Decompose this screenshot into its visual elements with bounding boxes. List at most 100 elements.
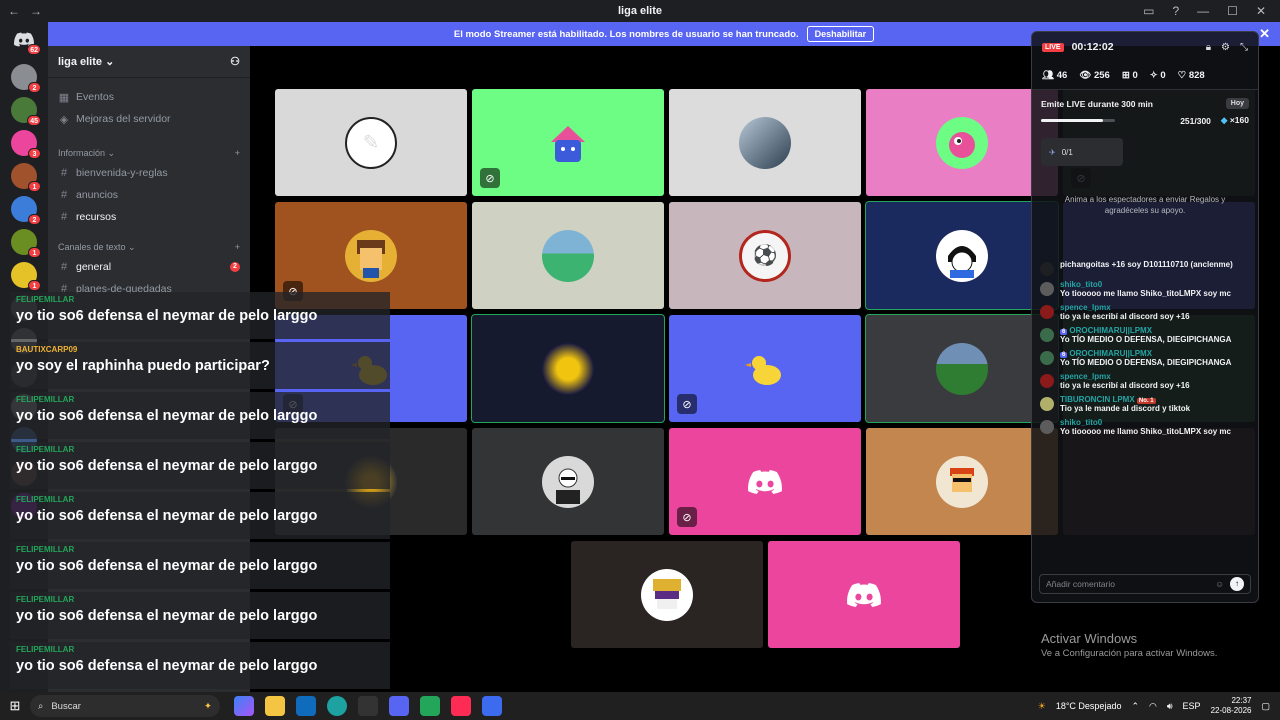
add-channel-icon[interactable]: + xyxy=(235,148,240,158)
avatar xyxy=(641,568,693,621)
sparkle-icon: ✦ xyxy=(204,700,212,712)
participant-tile[interactable] xyxy=(571,541,763,648)
overlay-user: FELIPEMILLAR xyxy=(16,645,75,654)
server-badge: 45 xyxy=(27,115,41,126)
channel-anuncios[interactable]: # anuncios xyxy=(48,184,250,206)
participant-tile[interactable] xyxy=(865,201,1059,310)
channel-recursos[interactable]: # recursos xyxy=(48,206,250,228)
participant-tile[interactable] xyxy=(472,202,664,309)
comment-text: Yo tiooooo me llamo Shiko_titoLMPX soy m… xyxy=(1060,289,1231,298)
live-comments: pichangoitas +16 soy D101110710 (anclenm… xyxy=(1032,260,1260,560)
tiktok-icon[interactable] xyxy=(451,696,471,716)
muted-mic-icon: ⊘ xyxy=(677,394,697,414)
participant-tile[interactable] xyxy=(768,541,960,648)
overlay-message: FELIPEMILLAR yo tio so6 defensa el neymar… xyxy=(10,642,390,689)
store-icon[interactable] xyxy=(358,696,378,716)
minimize-panel-icon[interactable]: ⤡ xyxy=(1240,42,1248,53)
live-header: LIVE 00:12:02 🔒︎ ⚙ ⤡ xyxy=(1032,32,1258,62)
participant-tile[interactable] xyxy=(669,89,861,196)
server-icon[interactable]: 2 xyxy=(11,196,41,225)
watermark-title: Activar Windows xyxy=(1041,631,1138,646)
overlay-message: FELIPEMILLAR yo tio so6 defensa el neymar… xyxy=(10,542,390,589)
taskbar-search[interactable]: ⌕ Buscar ✦ xyxy=(30,695,220,717)
hash-icon: # xyxy=(60,211,68,223)
help-icon[interactable]: ? xyxy=(1172,4,1179,18)
channel-general[interactable]: # general 2 xyxy=(48,256,250,278)
outlook-icon[interactable] xyxy=(296,696,316,716)
live-mission[interactable]: Emite LIVE durante 300 min Hoy 251/300 ◆… xyxy=(1032,90,1258,130)
add-member-icon[interactable]: ⚇ xyxy=(230,55,240,68)
notification-icon[interactable]: ▢ xyxy=(1261,701,1270,712)
send-icon[interactable]: ↑ xyxy=(1230,577,1244,591)
participant-tile[interactable]: ⊘ xyxy=(472,89,664,196)
clock[interactable]: 22:37 22-08-2026 xyxy=(1211,696,1252,716)
overlay-user: BAUTIXCARP09 xyxy=(16,345,78,354)
minimize-button[interactable]: — xyxy=(1197,4,1209,18)
server-icon[interactable]: 1 xyxy=(11,262,41,291)
language-indicator[interactable]: ESP xyxy=(1183,701,1201,711)
sidebar-item-label: Mejoras del servidor xyxy=(76,113,171,125)
sidebar-item-eventos[interactable]: ▦ Eventos xyxy=(48,86,250,108)
folder-icon[interactable] xyxy=(265,696,285,716)
overlay-user: FELIPEMILLAR xyxy=(16,545,75,554)
disable-streamer-button[interactable]: Deshabilitar xyxy=(806,26,875,42)
wifi-icon[interactable]: ◠ xyxy=(1149,701,1157,712)
edge-icon[interactable] xyxy=(327,696,347,716)
comment-author: shiko_tito0 xyxy=(1060,280,1103,289)
overlay-message: FELIPEMILLAR yo tio so6 defensa el neymar… xyxy=(10,592,390,639)
category-informacion[interactable]: Información ⌄ + xyxy=(48,144,250,162)
channel-label: anuncios xyxy=(76,189,119,201)
banner-text: El modo Streamer está habilitado. Los no… xyxy=(453,28,799,40)
close-banner-icon[interactable]: ✕ xyxy=(1259,26,1270,42)
participant-tile[interactable]: ⊘ xyxy=(669,428,861,535)
channel-bienvenida[interactable]: # bienvenida-y-reglas xyxy=(48,162,250,184)
discord-taskbar-icon[interactable] xyxy=(389,696,409,716)
discord-icon xyxy=(847,582,881,607)
participant-tile[interactable]: ⊘ xyxy=(669,315,861,422)
server-icon[interactable]: 45 xyxy=(11,97,41,126)
lock-icon[interactable]: 🔒︎ xyxy=(1206,42,1211,53)
comment-author: OROCHIMARU||LPMX xyxy=(1069,326,1153,335)
close-button[interactable]: ✕ xyxy=(1256,4,1266,18)
server-header[interactable]: liga elite ⌄ ⚇ xyxy=(48,46,250,78)
server-icon[interactable]: 1 xyxy=(11,229,41,258)
server-icon[interactable]: 1 xyxy=(11,163,41,192)
inbox-icon[interactable]: ▭ xyxy=(1143,4,1154,18)
participant-tile[interactable]: ✎ xyxy=(275,89,467,196)
participant-tile[interactable]: ⚽ xyxy=(669,202,861,309)
weather-text[interactable]: 18°C Despejado xyxy=(1056,701,1122,711)
volume-icon[interactable]: 🔊︎ xyxy=(1167,701,1173,712)
participant-tile[interactable] xyxy=(472,428,664,535)
mission-title: Emite LIVE durante 300 min xyxy=(1041,98,1153,109)
participant-tile[interactable] xyxy=(866,89,1058,196)
avatar xyxy=(1040,262,1054,276)
comment-author: spence_lpmx xyxy=(1060,303,1111,312)
add-channel-icon[interactable]: + xyxy=(235,242,240,252)
roblox-icon[interactable] xyxy=(482,696,502,716)
category-texto[interactable]: Canales de texto ⌄ + xyxy=(48,238,250,256)
gear-icon[interactable]: ⚙ xyxy=(1221,42,1230,53)
participant-tile[interactable] xyxy=(865,314,1059,423)
copilot-icon[interactable] xyxy=(234,696,254,716)
participant-tile[interactable] xyxy=(866,428,1058,535)
server-icon[interactable]: 3 xyxy=(11,130,41,159)
avatar xyxy=(1040,305,1054,319)
app-icon[interactable] xyxy=(420,696,440,716)
diamond-icon: ◆ xyxy=(1220,115,1228,125)
emoji-icon[interactable]: ☺ xyxy=(1215,579,1224,589)
home-button[interactable]: 62 xyxy=(11,26,41,55)
category-label: Información xyxy=(58,147,106,158)
comment-text: Yo TÍO MEDIO O DEFENSA, DIEGIPICHANGA xyxy=(1060,358,1232,367)
taskbar-apps xyxy=(234,696,502,716)
maximize-button[interactable]: ☐ xyxy=(1227,4,1238,18)
clock-date: 22-08-2026 xyxy=(1210,706,1252,715)
participant-tile[interactable] xyxy=(471,314,665,423)
windows-start-icon[interactable]: ⊞ xyxy=(0,698,30,714)
server-icon[interactable]: 2 xyxy=(11,64,41,93)
tray-chevron-icon[interactable]: ⌃ xyxy=(1131,701,1139,712)
gift-goal[interactable]: ✈ 0/1 xyxy=(1041,138,1123,166)
viewers-count: 46 xyxy=(1056,70,1068,81)
sidebar-item-mejoras[interactable]: ◈ Mejoras del servidor xyxy=(48,108,250,130)
comment-input[interactable]: Añadir comentario ☺ ↑ xyxy=(1039,574,1251,594)
avatar xyxy=(1040,420,1054,434)
